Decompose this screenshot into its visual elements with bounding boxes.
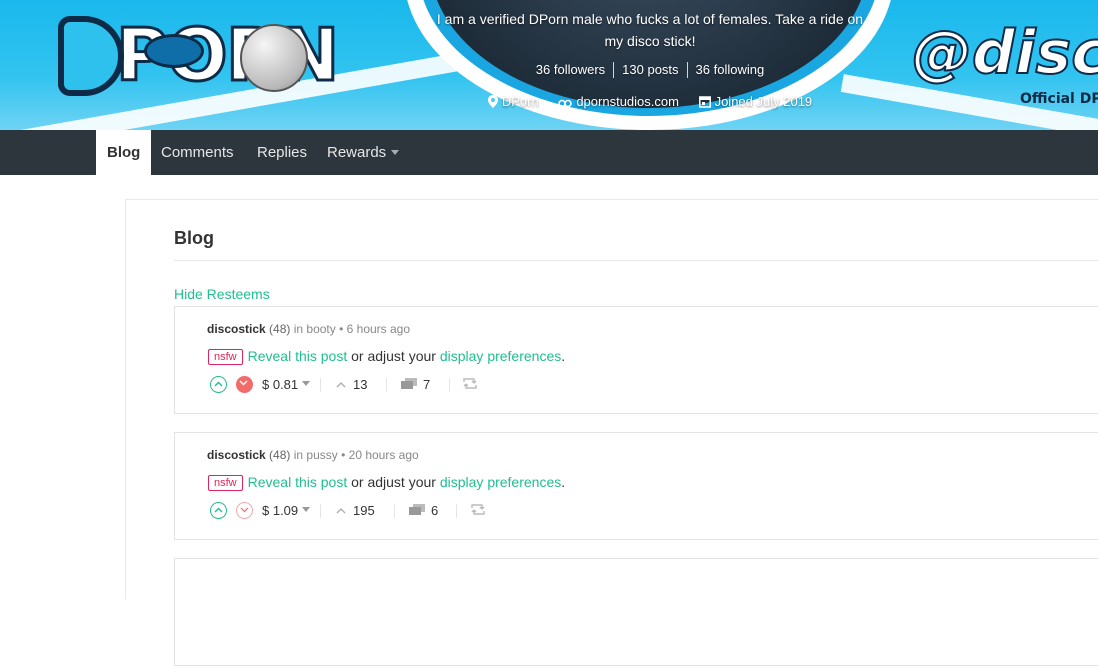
- chevron-up-icon: [336, 382, 346, 388]
- post-category[interactable]: in booty: [294, 322, 336, 336]
- chevron-down-icon: [240, 507, 249, 513]
- reveal-post-link[interactable]: Reveal this post: [248, 348, 348, 364]
- divider: [320, 504, 321, 518]
- following-count[interactable]: 36 following: [686, 62, 773, 78]
- display-preferences-link[interactable]: display preferences: [440, 474, 561, 490]
- chevron-up-icon: [214, 381, 223, 387]
- divider: [320, 378, 321, 392]
- caret-down-icon: [302, 381, 311, 386]
- tab-replies[interactable]: Replies: [246, 130, 318, 175]
- profile-stats: 36 followers 130 posts 36 following: [430, 62, 870, 78]
- author-reputation: (48): [269, 322, 291, 336]
- post-body: nsfw Reveal this post or adjust your disp…: [208, 474, 565, 491]
- calendar-icon: [698, 96, 711, 108]
- blog-post-card: discostick (48) in booty • 6 hours ago n…: [174, 306, 1098, 414]
- link-icon: [558, 99, 573, 108]
- post-payout[interactable]: $ 1.09: [262, 502, 311, 519]
- followers-count[interactable]: 36 followers: [528, 62, 613, 78]
- profile-about: I am a verified DPorn male who fucks a l…: [436, 11, 864, 49]
- downvote-button[interactable]: [236, 376, 253, 393]
- post-header: discostick (48) in booty • 6 hours ago: [207, 322, 410, 336]
- tab-comments[interactable]: Comments: [150, 130, 245, 175]
- logo-lips-icon: [144, 34, 204, 68]
- profile-banner: DPORN I am a verified DPorn male who fuc…: [0, 0, 1098, 130]
- banner-handle-sub: Official DP: [1020, 91, 1098, 107]
- resteem-icon[interactable]: [463, 378, 477, 389]
- post-comments[interactable]: 7: [401, 376, 430, 393]
- upvote-button[interactable]: [210, 376, 227, 393]
- divider: [174, 260, 1098, 261]
- comments-icon: [401, 378, 417, 389]
- comments-icon: [409, 504, 425, 515]
- chevron-up-icon: [336, 508, 346, 514]
- blog-post-card: [174, 558, 1098, 666]
- nsfw-badge: nsfw: [208, 349, 243, 365]
- tab-rewards[interactable]: Rewards: [316, 130, 410, 175]
- chevron-down-icon: [391, 150, 400, 155]
- profile-location: DPorn: [487, 94, 539, 109]
- dporn-logo: DPORN: [56, 10, 393, 100]
- author-reputation: (48): [269, 448, 291, 462]
- post-votes[interactable]: 13: [336, 376, 367, 393]
- post-comments[interactable]: 6: [409, 502, 438, 519]
- tab-blog[interactable]: Blog: [96, 130, 152, 175]
- post-category[interactable]: in pussy: [294, 448, 338, 462]
- upvote-button[interactable]: [210, 502, 227, 519]
- profile-info: I am a verified DPorn male who fucks a l…: [430, 0, 870, 130]
- profile-website-link[interactable]: dpornstudios.com: [558, 94, 679, 109]
- hide-resteems-link[interactable]: Hide Resteems: [174, 286, 270, 302]
- profile-joined: Joined July 2019: [698, 94, 812, 109]
- reveal-post-link[interactable]: Reveal this post: [248, 474, 348, 490]
- post-time[interactable]: • 20 hours ago: [341, 448, 419, 462]
- resteem-icon[interactable]: [471, 504, 485, 515]
- blog-post-card: discostick (48) in pussy • 20 hours ago …: [174, 432, 1098, 540]
- post-body: nsfw Reveal this post or adjust your disp…: [208, 348, 565, 365]
- post-votes[interactable]: 195: [336, 502, 375, 519]
- post-author[interactable]: discostick: [207, 322, 266, 336]
- chevron-down-icon: [239, 380, 248, 386]
- post-author[interactable]: discostick: [207, 448, 266, 462]
- post-time[interactable]: • 6 hours ago: [339, 322, 410, 336]
- divider: [449, 378, 450, 392]
- banner-handle: @disco: [911, 17, 1098, 89]
- logo-ball-icon: [240, 24, 308, 92]
- posts-count: 130 posts: [613, 62, 686, 78]
- profile-meta: DPorn dpornstudios.com Joined July 2019: [430, 94, 870, 109]
- divider: [456, 504, 457, 518]
- divider: [386, 378, 387, 392]
- divider: [394, 504, 395, 518]
- chevron-up-icon: [214, 507, 223, 513]
- nsfw-badge: nsfw: [208, 475, 243, 491]
- post-header: discostick (48) in pussy • 20 hours ago: [207, 448, 419, 462]
- page-title: Blog: [174, 228, 214, 248]
- downvote-button[interactable]: [236, 502, 253, 519]
- location-pin-icon: [487, 95, 498, 108]
- caret-down-icon: [302, 507, 311, 512]
- profile-nav: Blog Comments Replies Rewards: [0, 130, 1098, 175]
- display-preferences-link[interactable]: display preferences: [440, 348, 561, 364]
- post-payout[interactable]: $ 0.81: [262, 376, 311, 393]
